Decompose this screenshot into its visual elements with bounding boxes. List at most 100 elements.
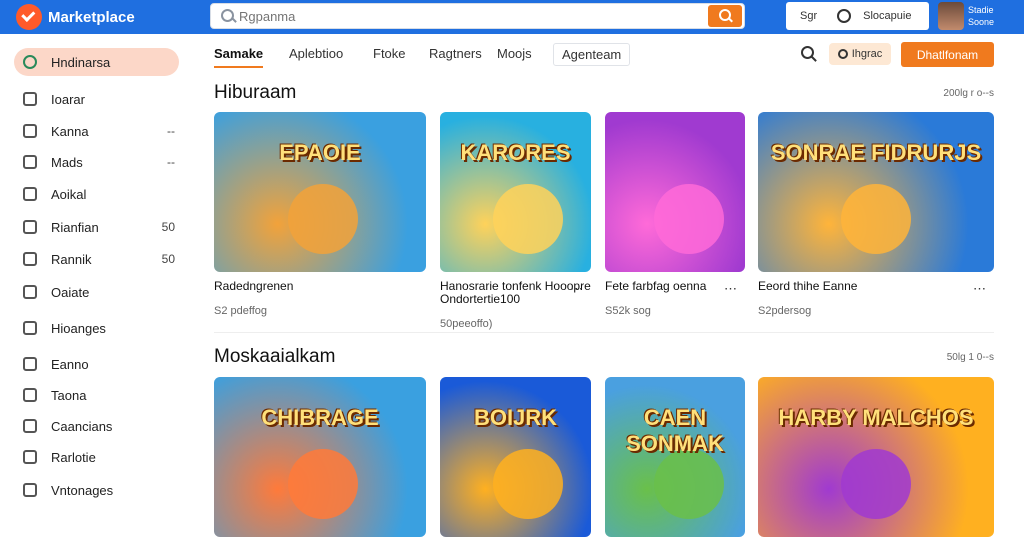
- primary-action-button[interactable]: Dhatlfonam: [901, 42, 994, 67]
- nav-icon: [23, 357, 37, 371]
- tab[interactable]: Ftoke: [373, 46, 406, 61]
- nav-icon: [23, 419, 37, 433]
- nav-icon: [23, 92, 37, 106]
- character-art: [288, 184, 359, 254]
- sidebar-item[interactable]: Hioanges: [14, 314, 179, 342]
- sidebar-item[interactable]: Kanna --: [14, 117, 179, 145]
- sidebar-item[interactable]: Rannik 50: [14, 245, 179, 273]
- nav-icon: [23, 155, 37, 169]
- sign-link[interactable]: Slocapuie: [863, 10, 911, 22]
- section-divider: [214, 332, 994, 333]
- tab[interactable]: Moojs: [497, 46, 532, 61]
- sidebar-item[interactable]: Rarlotie: [14, 443, 179, 471]
- game-card[interactable]: EPAOIE Radedngrenen S2 pdeffog: [214, 112, 426, 317]
- character-art: [288, 449, 359, 519]
- sidebar-item-label: Rianfian: [51, 219, 99, 235]
- tab[interactable]: Agenteam: [553, 43, 631, 66]
- search-input[interactable]: [239, 5, 708, 27]
- app-logo[interactable]: Marketplace: [16, 4, 135, 30]
- nav-icon: [23, 187, 37, 201]
- section-see-all[interactable]: 200lg r o--s: [943, 88, 994, 99]
- game-card[interactable]: BOIJRK: [440, 377, 591, 549]
- sidebar-item[interactable]: Oaiate: [14, 278, 179, 306]
- game-thumbnail[interactable]: [605, 112, 745, 272]
- sidebar-item-badge: --: [167, 155, 175, 169]
- sidebar-item[interactable]: Vntonages: [14, 476, 179, 504]
- sg-link[interactable]: Sgr: [800, 10, 817, 22]
- sidebar-item-label: Rannik: [51, 251, 92, 267]
- sidebar-item[interactable]: Hndinarsa: [14, 48, 179, 76]
- notification-icon[interactable]: [837, 9, 852, 23]
- main-content: Ihgrac Dhatlfonam Samake Aplebtioo Ftoke Ra…: [195, 34, 1024, 537]
- search-button[interactable]: [708, 5, 742, 27]
- nav-icon: [23, 483, 37, 497]
- nav-icon: [23, 220, 37, 234]
- nav-icon: [23, 252, 37, 266]
- thumbnail-title: BOIJRK: [473, 405, 558, 430]
- sidebar-item[interactable]: Ioarar: [14, 85, 179, 113]
- search-icon[interactable]: [801, 46, 817, 62]
- sidebar-item-label: Oaiate: [51, 284, 90, 300]
- character-art: [492, 449, 563, 519]
- card-subtitle: S2pdersog: [758, 305, 812, 317]
- top-bar: Marketplace Sgr Slocapuie Stadie Soone: [0, 0, 1024, 34]
- character-art: [654, 184, 724, 254]
- tab[interactable]: Samake: [214, 46, 264, 68]
- sidebar-item[interactable]: Aoikal: [14, 180, 179, 208]
- avatar[interactable]: [938, 2, 964, 30]
- section-title: Hiburaam: [214, 82, 297, 103]
- user-name: Stadie Soone: [968, 5, 995, 27]
- nav-icon: [23, 388, 37, 402]
- nav-icon: [23, 285, 37, 299]
- tab[interactable]: Ragtners: [429, 46, 482, 61]
- sidebar-item-label: Hndinarsa: [51, 54, 111, 70]
- card-subtitle: S52k sog: [605, 305, 651, 317]
- more-options-icon[interactable]: ⋯: [570, 281, 583, 297]
- sidebar-item[interactable]: Mads --: [14, 148, 179, 176]
- game-thumbnail[interactable]: BOIJRK: [440, 377, 591, 537]
- game-thumbnail[interactable]: SONRAE FIDRURJS: [758, 112, 994, 272]
- game-card[interactable]: Fete farbfag oenna S52k sog ⋯: [605, 112, 745, 317]
- thumbnail-title: EPAOIE: [279, 140, 361, 165]
- more-options-icon[interactable]: ⋯: [973, 281, 986, 297]
- sidebar-item-label: Hioanges: [51, 320, 106, 336]
- sidebar-item-label: Ioarar: [51, 91, 85, 107]
- sidebar-item-label: Caancians: [51, 418, 113, 434]
- filter-chip[interactable]: Ihgrac: [829, 43, 891, 65]
- thumbnail-title: KARORES: [460, 140, 571, 165]
- sidebar: Hndinarsa Ioarar Kanna -- Mads -- Aoikal Rianfi…: [0, 34, 195, 512]
- sidebar-item-label: Aoikal: [51, 186, 87, 202]
- game-thumbnail[interactable]: KARORES: [440, 112, 591, 272]
- game-card[interactable]: KARORES Hanosrarie tonfenk Hooopre Ondort…: [440, 112, 591, 330]
- search-icon: [217, 5, 239, 27]
- nav-icon: [23, 450, 37, 464]
- sidebar-item[interactable]: Eanno: [14, 350, 179, 378]
- game-card[interactable]: HARBY MALCHOS: [758, 377, 994, 549]
- sidebar-item[interactable]: Caancians: [14, 412, 179, 440]
- section-see-all[interactable]: 50lg 1 0--s: [947, 352, 994, 363]
- character-art: [840, 449, 911, 519]
- card-title: Eeord thihe Eanne: [758, 279, 858, 293]
- sidebar-item[interactable]: Rianfian 50: [14, 213, 179, 241]
- sidebar-item-badge: 50: [161, 252, 175, 266]
- section-title: Moskaaialkam: [214, 346, 336, 367]
- sidebar-item-label: Mads: [51, 154, 83, 170]
- game-thumbnail[interactable]: EPAOIE: [214, 112, 426, 272]
- game-card[interactable]: CHIBRAGE: [214, 377, 426, 549]
- character-art: [840, 184, 911, 254]
- game-card[interactable]: CAEN SONMAK: [605, 377, 745, 549]
- more-options-icon[interactable]: ⋯: [724, 281, 737, 297]
- sidebar-item[interactable]: Taona: [14, 381, 179, 409]
- tab[interactable]: Aplebtioo: [289, 46, 343, 61]
- card-subtitle: S2 pdeffog: [214, 305, 268, 317]
- game-thumbnail[interactable]: HARBY MALCHOS: [758, 377, 994, 537]
- game-thumbnail[interactable]: CHIBRAGE: [214, 377, 426, 537]
- game-thumbnail[interactable]: CAEN SONMAK: [605, 377, 745, 537]
- sidebar-item-label: Vntonages: [51, 482, 114, 498]
- game-card[interactable]: SONRAE FIDRURJS Eeord thihe Eanne S2pderso…: [758, 112, 994, 317]
- thumbnail-title: CAEN SONMAK: [626, 405, 724, 456]
- search-bar: [210, 3, 745, 29]
- card-title: Hanosrarie tonfenk Hooopre Ondortertie10…: [440, 279, 591, 306]
- nav-icon: [23, 124, 37, 138]
- sidebar-item-label: Eanno: [51, 356, 89, 372]
